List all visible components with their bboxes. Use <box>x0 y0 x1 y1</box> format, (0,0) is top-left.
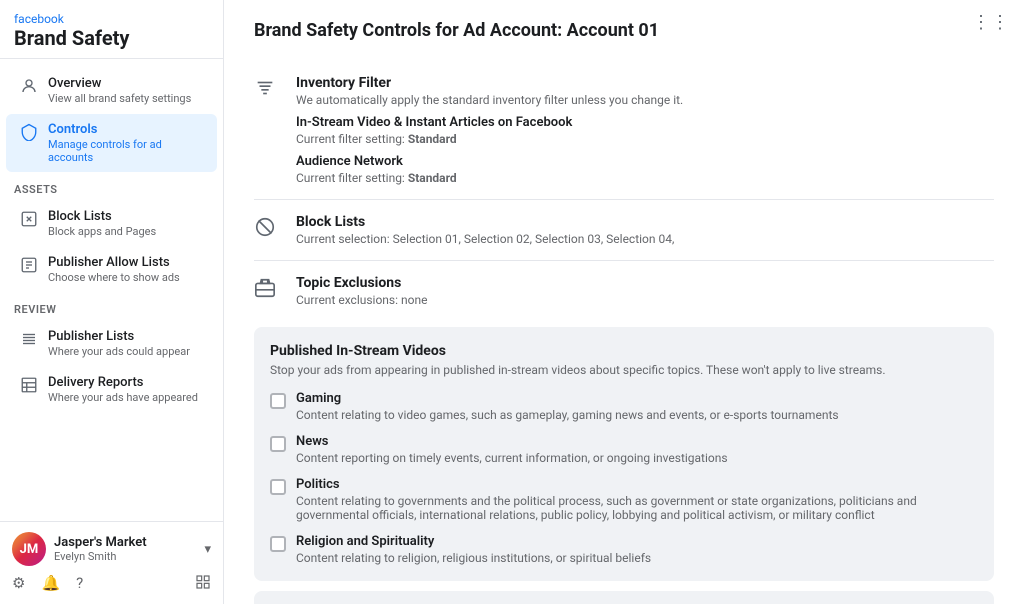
user-sub: Evelyn Smith <box>54 550 147 563</box>
news-desc: Content reporting on timely events, curr… <box>296 451 728 465</box>
politics-text: Politics Content relating to governments… <box>296 477 978 522</box>
topic-politics: Politics Content relating to governments… <box>270 477 978 522</box>
block-lists-content: Block Lists Current selection: Selection… <box>296 214 674 246</box>
controls-title: Controls <box>48 122 203 137</box>
published-instream-title: Published In-Stream Videos <box>270 343 978 359</box>
person-circle-icon <box>20 77 38 95</box>
block-lists-section-title: Block Lists <box>296 214 674 230</box>
inventory-filter-desc: We automatically apply the standard inve… <box>296 93 683 107</box>
publisher-allow-sub: Choose where to show ads <box>48 271 180 284</box>
politics-checkbox[interactable] <box>270 479 286 495</box>
religion-checkbox[interactable] <box>270 536 286 552</box>
inventory-filter-row: Inventory Filter We automatically apply … <box>254 61 994 200</box>
block-lists-row: Block Lists Current selection: Selection… <box>254 200 994 261</box>
audience-network-title: Audience Network <box>296 154 683 169</box>
religion-desc: Content relating to religion, religious … <box>296 551 651 565</box>
topic-exclusions-icon <box>254 277 284 303</box>
list-check-icon <box>20 256 38 274</box>
user-profile[interactable]: JM Jasper's Market Evelyn Smith ▾ <box>12 532 211 566</box>
topic-exclusions-title: Topic Exclusions <box>296 275 427 291</box>
published-instream-section: Published In-Stream Videos Stop your ads… <box>254 327 994 581</box>
avatar: JM <box>12 532 46 566</box>
politics-desc: Content relating to governments and the … <box>296 494 978 522</box>
instream-video-item: In-Stream Video & Instant Articles on Fa… <box>296 115 683 146</box>
delivery-reports-text: Delivery Reports Where your ads have app… <box>48 375 198 404</box>
assets-label: Assets <box>0 173 223 200</box>
review-label: Review <box>0 293 223 320</box>
delivery-reports-title: Delivery Reports <box>48 375 198 390</box>
gaming-name: Gaming <box>296 391 839 406</box>
controls-sub: Manage controls for ad accounts <box>48 138 203 164</box>
grid-small-icon[interactable] <box>195 574 211 594</box>
sidebar-item-block-lists[interactable]: Block Lists Block apps and Pages <box>6 201 217 246</box>
topic-exclusions-row: Topic Exclusions Current exclusions: non… <box>254 261 994 315</box>
sidebar: facebook Brand Safety ⋮⋮ Overview View a… <box>0 0 224 604</box>
religion-text: Religion and Spirituality Content relati… <box>296 534 651 565</box>
instream-title: In-Stream Video & Instant Articles on Fa… <box>296 115 683 130</box>
overview-sub: View all brand safety settings <box>48 92 191 105</box>
help-icon[interactable]: ? <box>76 574 83 594</box>
user-name: Jasper's Market <box>54 535 147 550</box>
gaming-checkbox[interactable] <box>270 393 286 409</box>
publisher-allow-lists-text: Publisher Allow Lists Choose where to sh… <box>48 255 180 284</box>
sidebar-header: facebook Brand Safety ⋮⋮ <box>0 0 223 59</box>
published-instream-desc: Stop your ads from appearing in publishe… <box>270 363 978 377</box>
main-content: Brand Safety Controls for Ad Account: Ac… <box>224 0 1024 604</box>
sidebar-nav: Overview View all brand safety settings … <box>0 59 223 521</box>
filter-icon <box>254 77 284 103</box>
block-icon <box>20 210 38 228</box>
block-lists-current: Current selection: Selection 01, Selecti… <box>296 232 674 246</box>
sidebar-footer: JM Jasper's Market Evelyn Smith ▾ ⚙ 🔔 ? <box>0 521 223 604</box>
politics-name: Politics <box>296 477 978 492</box>
footer-icons: ⚙ 🔔 ? <box>12 566 211 594</box>
news-text: News Content reporting on timely events,… <box>296 434 728 465</box>
news-checkbox[interactable] <box>270 436 286 452</box>
publisher-lists-text: Publisher Lists Where your ads could app… <box>48 329 190 358</box>
audience-network-item: Audience Network Current filter setting:… <box>296 154 683 185</box>
controls-text: Controls Manage controls for ad accounts <box>48 122 203 164</box>
sidebar-item-overview[interactable]: Overview View all brand safety settings <box>6 68 217 113</box>
sidebar-item-publisher-lists[interactable]: Publisher Lists Where your ads could app… <box>6 321 217 366</box>
chevron-down-icon: ▾ <box>204 542 211 557</box>
gaming-desc: Content relating to video games, such as… <box>296 408 839 422</box>
delivery-reports-sub: Where your ads have appeared <box>48 391 198 404</box>
inventory-filter-content: Inventory Filter We automatically apply … <box>296 75 683 185</box>
topic-exclusions-current: Current exclusions: none <box>296 293 427 307</box>
news-name: News <box>296 434 728 449</box>
topic-religion: Religion and Spirituality Content relati… <box>270 534 978 565</box>
user-text: Jasper's Market Evelyn Smith <box>54 535 147 563</box>
gaming-text: Gaming Content relating to video games, … <box>296 391 839 422</box>
block-lists-title: Block Lists <box>48 209 156 224</box>
audience-network-detail: Current filter setting: Standard <box>296 171 683 185</box>
topic-gaming: Gaming Content relating to video games, … <box>270 391 978 422</box>
sidebar-item-delivery-reports[interactable]: Delivery Reports Where your ads have app… <box>6 367 217 412</box>
religion-name: Religion and Spirituality <box>296 534 651 549</box>
settings-icon[interactable]: ⚙ <box>12 574 25 594</box>
instream-detail: Current filter setting: Standard <box>296 132 683 146</box>
page-title: Brand Safety Controls for Ad Account: Ac… <box>254 20 994 41</box>
topic-exclusions-content: Topic Exclusions Current exclusions: non… <box>296 275 427 307</box>
sidebar-item-publisher-allow-lists[interactable]: Publisher Allow Lists Choose where to sh… <box>6 247 217 292</box>
overview-title: Overview <box>48 76 191 91</box>
bell-icon[interactable]: 🔔 <box>41 574 60 594</box>
publisher-lists-sub: Where your ads could appear <box>48 345 190 358</box>
block-lists-sub: Block apps and Pages <box>48 225 156 238</box>
publisher-allow-title: Publisher Allow Lists <box>48 255 180 270</box>
live-streams-section: Live Streams Stop your ads from appearin… <box>254 591 994 604</box>
sidebar-brand: facebook <box>14 12 130 26</box>
overview-text: Overview View all brand safety settings <box>48 76 191 105</box>
publisher-lists-title: Publisher Lists <box>48 329 190 344</box>
topic-news: News Content reporting on timely events,… <box>270 434 978 465</box>
inventory-filter-title: Inventory Filter <box>296 75 683 91</box>
sidebar-item-controls[interactable]: Controls Manage controls for ad accounts <box>6 114 217 172</box>
block-lists-icon <box>254 216 284 242</box>
table-icon <box>20 376 38 394</box>
shield-icon <box>20 123 38 141</box>
block-lists-text: Block Lists Block apps and Pages <box>48 209 156 238</box>
sidebar-title: Brand Safety <box>14 26 130 50</box>
list-lines-icon <box>20 330 38 348</box>
